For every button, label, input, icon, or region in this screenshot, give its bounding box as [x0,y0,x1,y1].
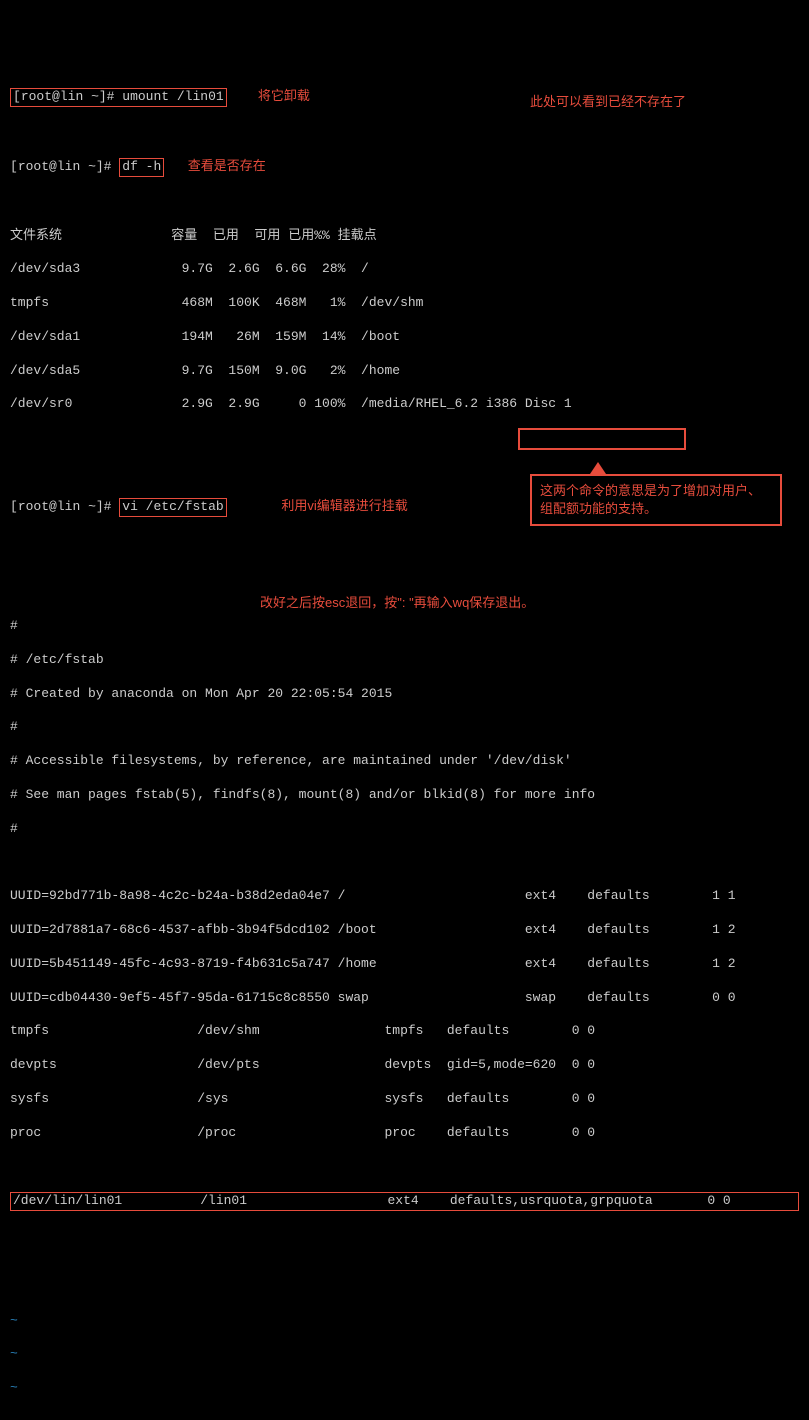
df-header: 文件系统 容量 已用 可用 已用%% 挂载点 [10,228,799,245]
fstab-comment: # /etc/fstab [10,652,799,669]
df-row: /dev/sda5 9.7G 150M 9.0G 2% /home [10,363,799,380]
fstab-row: tmpfs /dev/shm tmpfs defaults 0 0 [10,1023,799,1040]
fstab-comment: # Created by anaconda on Mon Apr 20 22:0… [10,686,799,703]
highlight-quota-options [518,428,686,450]
df-row: /dev/sda1 194M 26M 159M 14% /boot [10,329,799,346]
callout-quota: 这两个命令的意思是为了增加对用户、组配额功能的支持。 [530,474,782,526]
vi-tilde: ~ [10,1380,799,1397]
prompt-box-1: [root@lin ~]# umount /lin01 [10,88,227,107]
fstab-row: UUID=92bd771b-8a98-4c2c-b24a-b38d2eda04e… [10,888,799,905]
vi-tilde: ~ [10,1346,799,1363]
fstab-row: UUID=cdb04430-9ef5-45f7-95da-61715c8c855… [10,990,799,1007]
fstab-row: UUID=2d7881a7-68c6-4537-afbb-3b94f5dcd10… [10,922,799,939]
fstab-comment: # [10,719,799,736]
fstab-row: sysfs /sys sysfs defaults 0 0 [10,1091,799,1108]
vi-tilde: ~ [10,1414,799,1420]
quota-opts: usrquota,grpquota [520,1193,653,1208]
fstab-comment: # Accessible filesystems, by reference, … [10,753,799,770]
fstab-comment: # [10,821,799,838]
fstab-row: devpts /dev/pts devpts gid=5,mode=620 0 … [10,1057,799,1074]
terminal-line: [root@lin ~]# df -h 查看是否存在 [10,158,799,177]
df-row: /dev/sr0 2.9G 2.9G 0 100% /media/RHEL_6.… [10,396,799,413]
fstab-row: UUID=5b451149-45fc-4c93-8719-f4b631c5a74… [10,956,799,973]
callout-arrow-icon [590,462,606,474]
annotation-check: 查看是否存在 [188,158,266,173]
fstab-comment: # See man pages fstab(5), findfs(8), mou… [10,787,799,804]
fstab-row-highlighted: /dev/lin/lin01 /lin01 ext4 defaults,usrq… [10,1192,799,1211]
df-row: /dev/sda3 9.7G 2.6G 6.6G 28% / [10,261,799,278]
fstab-comment: # [10,618,799,635]
annotation-unmount: 将它卸载 [258,88,310,103]
df-row: tmpfs 468M 100K 468M 1% /dev/shm [10,295,799,312]
cmd-box-vi: vi /etc/fstab [119,498,226,517]
fstab-row: proc /proc proc defaults 0 0 [10,1125,799,1142]
annotation-save-exit: 改好之后按esc退回，按": "再输入wq保存退出。 [260,595,534,612]
blank-line [10,551,799,568]
cmd-box-df: df -h [119,158,164,177]
vi-tilde: ~ [10,1313,799,1330]
annotation-not-exist: 此处可以看到已经不存在了 [530,94,686,111]
annotation-vi: 利用vi编辑器进行挂载 [281,498,407,513]
